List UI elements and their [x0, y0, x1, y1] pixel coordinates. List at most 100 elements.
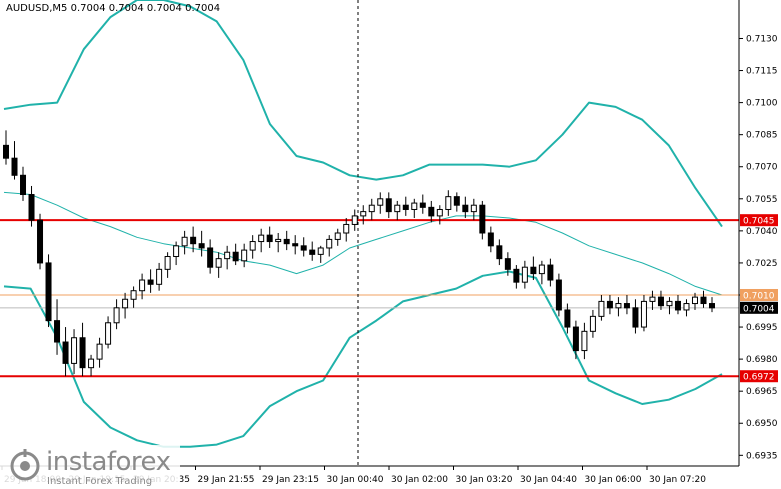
candle-body — [445, 196, 452, 210]
candle-body — [283, 238, 290, 245]
candle-body — [538, 264, 545, 275]
x-tick-label: 29 Jan 23:15 — [262, 475, 319, 485]
candle-body — [351, 215, 358, 225]
brand-tagline: Instant Forex Trading — [47, 476, 153, 487]
candle-body — [436, 208, 443, 217]
brand-logo: instaforex Instant Forex Trading — [0, 445, 180, 489]
candle-body — [666, 300, 673, 307]
candle-body — [300, 245, 307, 251]
instaforex-logo-icon — [10, 449, 40, 481]
candle-body — [266, 234, 273, 243]
candle-body — [530, 266, 537, 275]
y-tick-label: 0.7070 — [746, 163, 778, 173]
candle-body — [232, 251, 239, 262]
candle-body — [20, 174, 27, 196]
candle-body — [589, 315, 596, 332]
price-tag-label: 0.7045 — [743, 217, 775, 227]
candle-body — [28, 194, 35, 221]
candle-body — [71, 337, 78, 364]
plot-area[interactable] — [0, 0, 739, 466]
x-tick-label: 30 Jan 00:40 — [327, 475, 384, 485]
candle-body — [147, 279, 154, 285]
candle-body — [572, 326, 579, 352]
candle-body — [79, 337, 86, 369]
candle-body — [190, 236, 197, 245]
y-tick-label: 0.6995 — [746, 323, 778, 333]
candle-body — [581, 330, 588, 352]
x-tick-label: 30 Jan 06:00 — [585, 475, 642, 485]
candle-body — [258, 234, 265, 243]
candle-body — [496, 245, 503, 260]
candle-body — [700, 296, 707, 305]
y-tick-label: 0.7100 — [746, 99, 778, 109]
candle-body — [37, 219, 44, 264]
candle-body — [649, 296, 656, 302]
candle-body — [164, 256, 171, 270]
candle-body — [173, 245, 180, 258]
candle-body — [139, 279, 146, 292]
y-tick-label: 0.6980 — [746, 355, 778, 365]
candle-body — [343, 223, 350, 234]
candle-body — [683, 303, 690, 311]
candle-body — [657, 296, 664, 307]
candle-body — [394, 204, 401, 213]
candle-body — [3, 144, 9, 159]
candle-body — [640, 300, 647, 328]
candle-body — [54, 320, 61, 343]
y-tick-label: 0.7085 — [746, 131, 778, 141]
candle-body — [45, 262, 52, 322]
y-tick-label: 0.6965 — [746, 387, 778, 397]
candle-body — [275, 238, 282, 243]
candle-body — [598, 300, 605, 317]
candle-body — [691, 296, 698, 305]
candle-body — [555, 279, 562, 311]
candle-body — [453, 196, 460, 206]
candle-body — [241, 249, 248, 262]
candle-body — [317, 247, 324, 255]
candle-body — [623, 303, 630, 309]
chart-symbol-info: AUDUSD,M5 0.7004 0.7004 0.7004 0.7004 — [6, 3, 221, 14]
x-tick-label: 30 Jan 02:00 — [391, 475, 448, 485]
candle-body — [292, 243, 299, 247]
candle-body — [122, 298, 129, 309]
price-tag-label: 0.7004 — [743, 304, 775, 314]
x-tick-label: 30 Jan 03:20 — [456, 475, 513, 485]
candle-body — [181, 236, 188, 247]
x-tick-label: 29 Jan 21:55 — [198, 475, 255, 485]
price-tag-label: 0.7010 — [743, 291, 775, 301]
candle-body — [513, 268, 520, 283]
candle-body — [309, 249, 316, 255]
candle-body — [105, 322, 112, 345]
candle-body — [462, 204, 469, 213]
y-tick-label: 0.6950 — [746, 419, 778, 429]
candle-body — [385, 198, 392, 213]
y-tick-label: 0.7025 — [746, 259, 778, 269]
candle-body — [504, 258, 511, 270]
candle-body — [615, 303, 622, 309]
candle-body — [11, 157, 18, 176]
candle-body — [606, 300, 613, 309]
x-tick-label: 30 Jan 04:40 — [520, 475, 577, 485]
price-tag-label: 0.6972 — [743, 373, 775, 383]
candle-body — [360, 211, 367, 217]
candle-body — [224, 251, 231, 260]
candle-body — [62, 341, 69, 364]
candle-body — [113, 307, 120, 324]
candle-body — [207, 247, 214, 268]
chart[interactable]: 0.7130 0.7115 0.7100 0.7085 0.7070 0.7055 0.70… — [0, 0, 781, 489]
candle-body — [96, 343, 103, 360]
candle-body — [249, 241, 256, 251]
chart-canvas[interactable]: 0.7130 0.7115 0.7100 0.7085 0.7070 0.7055 0.70… — [0, 0, 781, 489]
candle-body — [470, 204, 477, 213]
candle-body — [377, 198, 384, 206]
candle-body — [521, 266, 528, 283]
y-tick-label: 0.7040 — [746, 227, 778, 237]
x-tick-label: 30 Jan 07:20 — [649, 475, 706, 485]
candle-body — [419, 202, 426, 208]
candle-body — [428, 206, 435, 217]
candle-body — [368, 204, 375, 213]
candle-body — [674, 300, 681, 311]
candle-body — [402, 204, 409, 210]
candle-body — [479, 204, 486, 234]
candle-body — [334, 232, 341, 240]
